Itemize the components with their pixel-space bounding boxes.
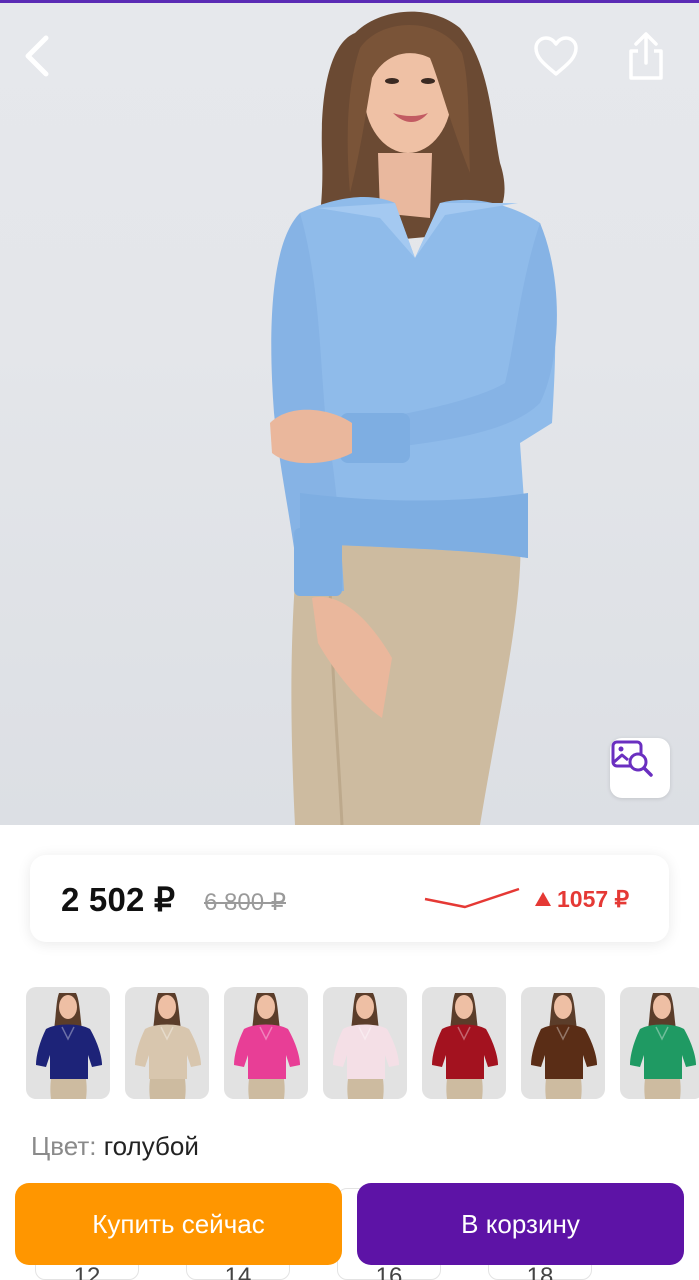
variant-model-image — [135, 993, 201, 1099]
heart-outline-icon — [534, 36, 578, 76]
current-price: 2 502 ₽ — [61, 881, 176, 918]
variant-model-image — [36, 993, 102, 1099]
color-label: Цвет: — [31, 1131, 97, 1161]
old-price: 6 800 ₽ — [204, 889, 286, 916]
selected-color: Цвет: голубой — [31, 1131, 199, 1162]
price-trend-graph — [424, 887, 520, 909]
price-card: 2 502 ₽ 6 800 ₽ 1057 ₽ — [30, 855, 669, 942]
product-photo[interactable] — [0, 3, 699, 825]
arrow-up-icon — [535, 891, 551, 906]
chevron-left-icon — [25, 35, 49, 77]
back-button[interactable] — [22, 35, 70, 87]
share-icon — [629, 32, 663, 80]
size-label: 14 — [224, 1263, 252, 1280]
color-variant-thumb[interactable] — [125, 987, 209, 1099]
variant-model-image — [630, 993, 696, 1099]
add-to-cart-button[interactable]: В корзину — [357, 1183, 684, 1265]
color-variant-thumb[interactable] — [620, 987, 699, 1099]
color-variants — [26, 987, 699, 1099]
share-button[interactable] — [626, 31, 678, 89]
buy-now-button[interactable]: Купить сейчас — [15, 1183, 342, 1265]
size-label: 16 — [375, 1263, 403, 1280]
favorite-button[interactable] — [533, 35, 585, 87]
color-variant-thumb[interactable] — [224, 987, 308, 1099]
size-label: 12 — [73, 1263, 101, 1280]
color-variant-thumb[interactable] — [323, 987, 407, 1099]
model-illustration — [270, 11, 557, 825]
color-variant-thumb[interactable] — [521, 987, 605, 1099]
price-drop: 1057 ₽ — [535, 886, 629, 913]
price-drop-value: 1057 ₽ — [557, 886, 630, 912]
color-variant-thumb[interactable] — [422, 987, 506, 1099]
variant-model-image — [531, 993, 597, 1099]
color-variant-thumb[interactable] — [26, 987, 110, 1099]
color-value: голубой — [103, 1131, 199, 1161]
variant-model-image — [234, 993, 300, 1099]
variant-model-image — [432, 993, 498, 1099]
image-search-button[interactable] — [610, 738, 670, 798]
size-label: 18 — [526, 1263, 554, 1280]
variant-model-image — [333, 993, 399, 1099]
image-search-icon — [611, 740, 653, 777]
